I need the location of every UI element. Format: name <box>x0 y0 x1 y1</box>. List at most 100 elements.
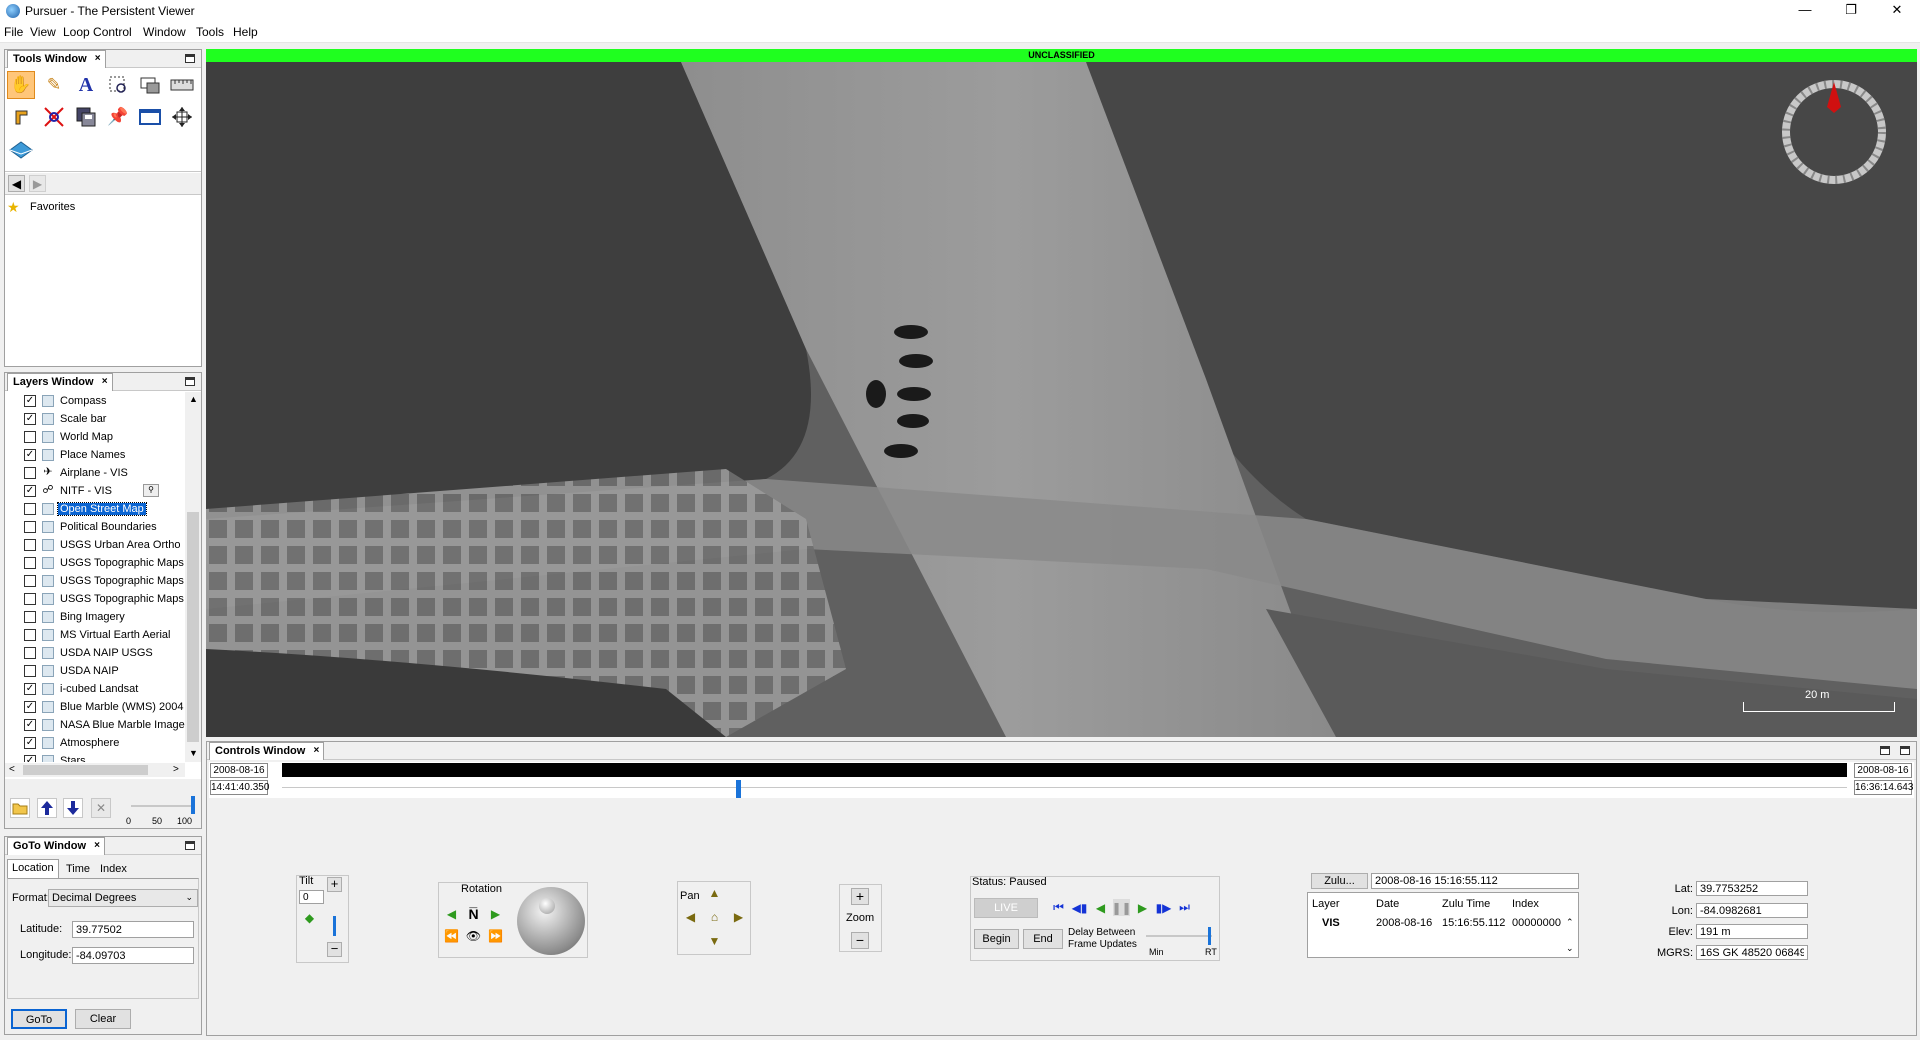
layer-checkbox[interactable] <box>24 611 36 623</box>
zoom-box-icon[interactable] <box>104 71 132 99</box>
tab-time[interactable]: Time <box>62 861 94 877</box>
terrain-icon[interactable] <box>7 135 35 163</box>
longitude-field[interactable] <box>72 947 194 964</box>
rotate-fast-left-icon[interactable]: ⏪ <box>443 927 460 944</box>
lon-field[interactable] <box>1696 903 1808 918</box>
layer-checkbox[interactable] <box>24 557 36 569</box>
layer-checkbox[interactable] <box>24 503 36 515</box>
rectangle-icon[interactable] <box>136 103 164 131</box>
clear-button[interactable]: Clear <box>75 1009 131 1029</box>
zulu-time-field[interactable] <box>1371 873 1579 889</box>
menu-tools[interactable]: Tools <box>196 25 224 39</box>
scroll-left-icon[interactable]: < <box>9 764 15 775</box>
menu-loop-control[interactable]: Loop Control <box>63 25 132 39</box>
tilt-minus-button[interactable]: − <box>327 942 342 957</box>
pause-icon[interactable]: ❚❚ <box>1111 899 1132 916</box>
layers-vertical-scrollbar[interactable]: ▲ ▼ <box>185 392 201 762</box>
rotation-knob[interactable] <box>517 887 585 955</box>
menu-help[interactable]: Help <box>233 25 258 39</box>
layer-row[interactable]: USGS Topographic Maps <box>5 572 185 590</box>
zulu-button[interactable]: Zulu... <box>1311 873 1368 889</box>
close-icon[interactable]: × <box>314 745 320 756</box>
layer-row[interactable]: ✓ i-cubed Landsat <box>5 680 185 698</box>
menu-window[interactable]: Window <box>143 25 186 39</box>
north-up-icon[interactable]: N̅ <box>465 905 482 922</box>
favorites-item[interactable]: Favorites <box>30 201 75 213</box>
layer-row[interactable]: ✓ Place Names <box>5 446 185 464</box>
tab-location[interactable]: Location <box>7 859 59 878</box>
delete-icon[interactable]: ✕ <box>91 798 111 818</box>
step-back-icon[interactable]: ◀▮ <box>1071 899 1088 916</box>
pan-right-icon[interactable]: ▶ <box>730 908 747 925</box>
layer-row[interactable]: ✈ Airplane - VIS <box>5 464 185 482</box>
tools-window-tab[interactable]: Tools Window × <box>7 50 106 68</box>
play-icon[interactable]: ▶ <box>1134 899 1151 916</box>
move-up-icon[interactable] <box>37 798 57 818</box>
folder-icon[interactable] <box>10 798 30 818</box>
layer-row[interactable]: MS Virtual Earth Aerial <box>5 626 185 644</box>
scroll-up-icon[interactable]: ▲ <box>189 394 198 404</box>
layer-checkbox[interactable] <box>24 539 36 551</box>
maximize-icon[interactable]: ❐ <box>1828 0 1874 22</box>
close-icon[interactable]: × <box>102 376 108 387</box>
rotate-right-icon[interactable]: ▶ <box>487 905 504 922</box>
rotation-knob-handle[interactable] <box>539 898 555 914</box>
layer-checkbox[interactable] <box>24 665 36 677</box>
minimize-icon[interactable] <box>185 841 195 850</box>
minimize-icon[interactable] <box>1880 746 1890 755</box>
move-icon[interactable] <box>168 103 196 131</box>
goto-button[interactable]: GoTo <box>11 1009 67 1029</box>
end-button[interactable]: End <box>1023 929 1063 949</box>
layer-checkbox[interactable]: ✓ <box>24 449 36 461</box>
minimize-icon[interactable] <box>1900 746 1910 755</box>
close-icon[interactable]: ✕ <box>1874 0 1920 22</box>
move-down-icon[interactable] <box>63 798 83 818</box>
close-icon[interactable]: × <box>95 53 101 64</box>
layer-row[interactable]: ✓ Scale bar <box>5 410 185 428</box>
layer-row[interactable]: USGS Topographic Maps <box>5 590 185 608</box>
lat-field[interactable] <box>1696 881 1808 896</box>
rotate-fast-right-icon[interactable]: ⏩ <box>487 927 504 944</box>
layer-checkbox[interactable]: ✓ <box>24 755 36 762</box>
opacity-slider-thumb[interactable] <box>191 796 195 814</box>
minimize-icon[interactable] <box>185 377 195 386</box>
layer-checkbox[interactable]: ✓ <box>24 485 36 497</box>
timeline-track[interactable] <box>282 787 1847 788</box>
layer-checkbox[interactable] <box>24 431 36 443</box>
eye-icon[interactable]: 👁 <box>465 927 482 944</box>
frame-scroll-up-icon[interactable]: ⌃ <box>1566 917 1574 928</box>
layer-row[interactable]: USGS Urban Area Ortho <box>5 536 185 554</box>
scrollbar-thumb[interactable] <box>23 765 148 775</box>
elev-field[interactable] <box>1696 924 1808 939</box>
zoom-out-button[interactable]: − <box>851 932 869 949</box>
tilt-slider[interactable] <box>333 916 336 936</box>
zoom-in-button[interactable]: + <box>851 888 869 905</box>
close-icon[interactable]: × <box>94 840 100 851</box>
pin-icon[interactable]: 📌 <box>104 103 132 131</box>
layer-checkbox[interactable] <box>24 575 36 587</box>
layer-checkbox[interactable]: ✓ <box>24 683 36 695</box>
pan-hand-icon[interactable]: ✋ <box>7 71 35 99</box>
layer-row[interactable]: USDA NAIP <box>5 662 185 680</box>
layer-checkbox[interactable]: ✓ <box>24 737 36 749</box>
layer-checkbox[interactable] <box>24 467 36 479</box>
pan-left-icon[interactable]: ◀ <box>682 908 699 925</box>
layer-row[interactable]: Open Street Map <box>5 500 185 518</box>
forward-icon[interactable]: ▶ <box>29 175 46 192</box>
label-icon[interactable] <box>7 103 35 131</box>
tilt-reset-icon[interactable]: ◆ <box>301 909 318 926</box>
imagery-viewer[interactable]: 20 m <box>206 49 1917 737</box>
latitude-field[interactable] <box>72 921 194 938</box>
pan-down-icon[interactable]: ▼ <box>706 932 723 949</box>
opacity-slider-track[interactable] <box>131 805 193 807</box>
layer-row[interactable]: ✓ Blue Marble (WMS) 2004 <box>5 698 185 716</box>
tilt-field[interactable] <box>299 890 324 904</box>
scroll-right-icon[interactable]: > <box>173 764 179 775</box>
layer-row[interactable]: USDA NAIP USGS <box>5 644 185 662</box>
layers-window-tab[interactable]: Layers Window × <box>7 373 113 391</box>
frame-scroll-down-icon[interactable]: ⌄ <box>1566 943 1574 954</box>
format-select[interactable]: Decimal Degrees ⌄ <box>48 889 198 907</box>
intersect-icon[interactable] <box>40 103 68 131</box>
pan-home-icon[interactable]: ⌂ <box>706 908 723 925</box>
pan-up-icon[interactable]: ▲ <box>706 884 723 901</box>
